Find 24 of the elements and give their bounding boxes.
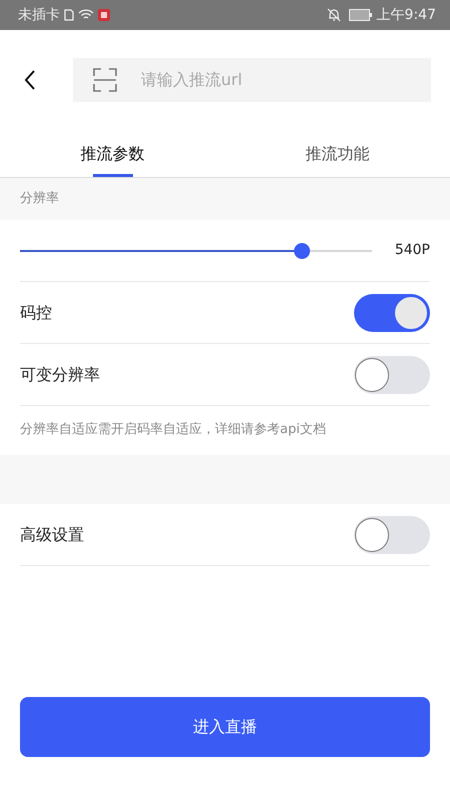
- start-live-button[interactable]: 进入直播: [20, 697, 430, 757]
- wifi-icon: [78, 9, 94, 21]
- search-field[interactable]: 请输入推流url: [73, 58, 431, 102]
- toggle-switch[interactable]: [354, 516, 430, 554]
- setting-label: 高级设置: [20, 524, 84, 546]
- back-icon[interactable]: [24, 70, 36, 90]
- sim-icon: [64, 9, 74, 21]
- clock-time: 上午9:47: [376, 6, 436, 24]
- app-icon: [98, 9, 110, 21]
- tab[interactable]: 推流功能: [225, 130, 450, 177]
- tab[interactable]: 推流参数: [0, 130, 225, 177]
- toggle-switch[interactable]: [354, 294, 430, 332]
- resolution-value: 540P: [394, 241, 430, 260]
- setting-label: 可变分辨率: [20, 364, 100, 386]
- hint-text: 分辨率自适应需开启码率自适应，详细请参考api文档: [20, 422, 326, 437]
- toggle-switch[interactable]: [354, 356, 430, 394]
- resolution-slider[interactable]: [20, 242, 372, 258]
- carrier-label: 未插卡: [18, 6, 60, 24]
- url-field[interactable]: 请输入推流url: [139, 67, 431, 93]
- mute-bell-icon: [326, 8, 341, 22]
- setting-label: 码控: [20, 302, 52, 324]
- scan-icon[interactable]: [93, 68, 117, 92]
- battery-icon: [348, 9, 373, 21]
- section-title: 分辨率: [20, 190, 59, 208]
